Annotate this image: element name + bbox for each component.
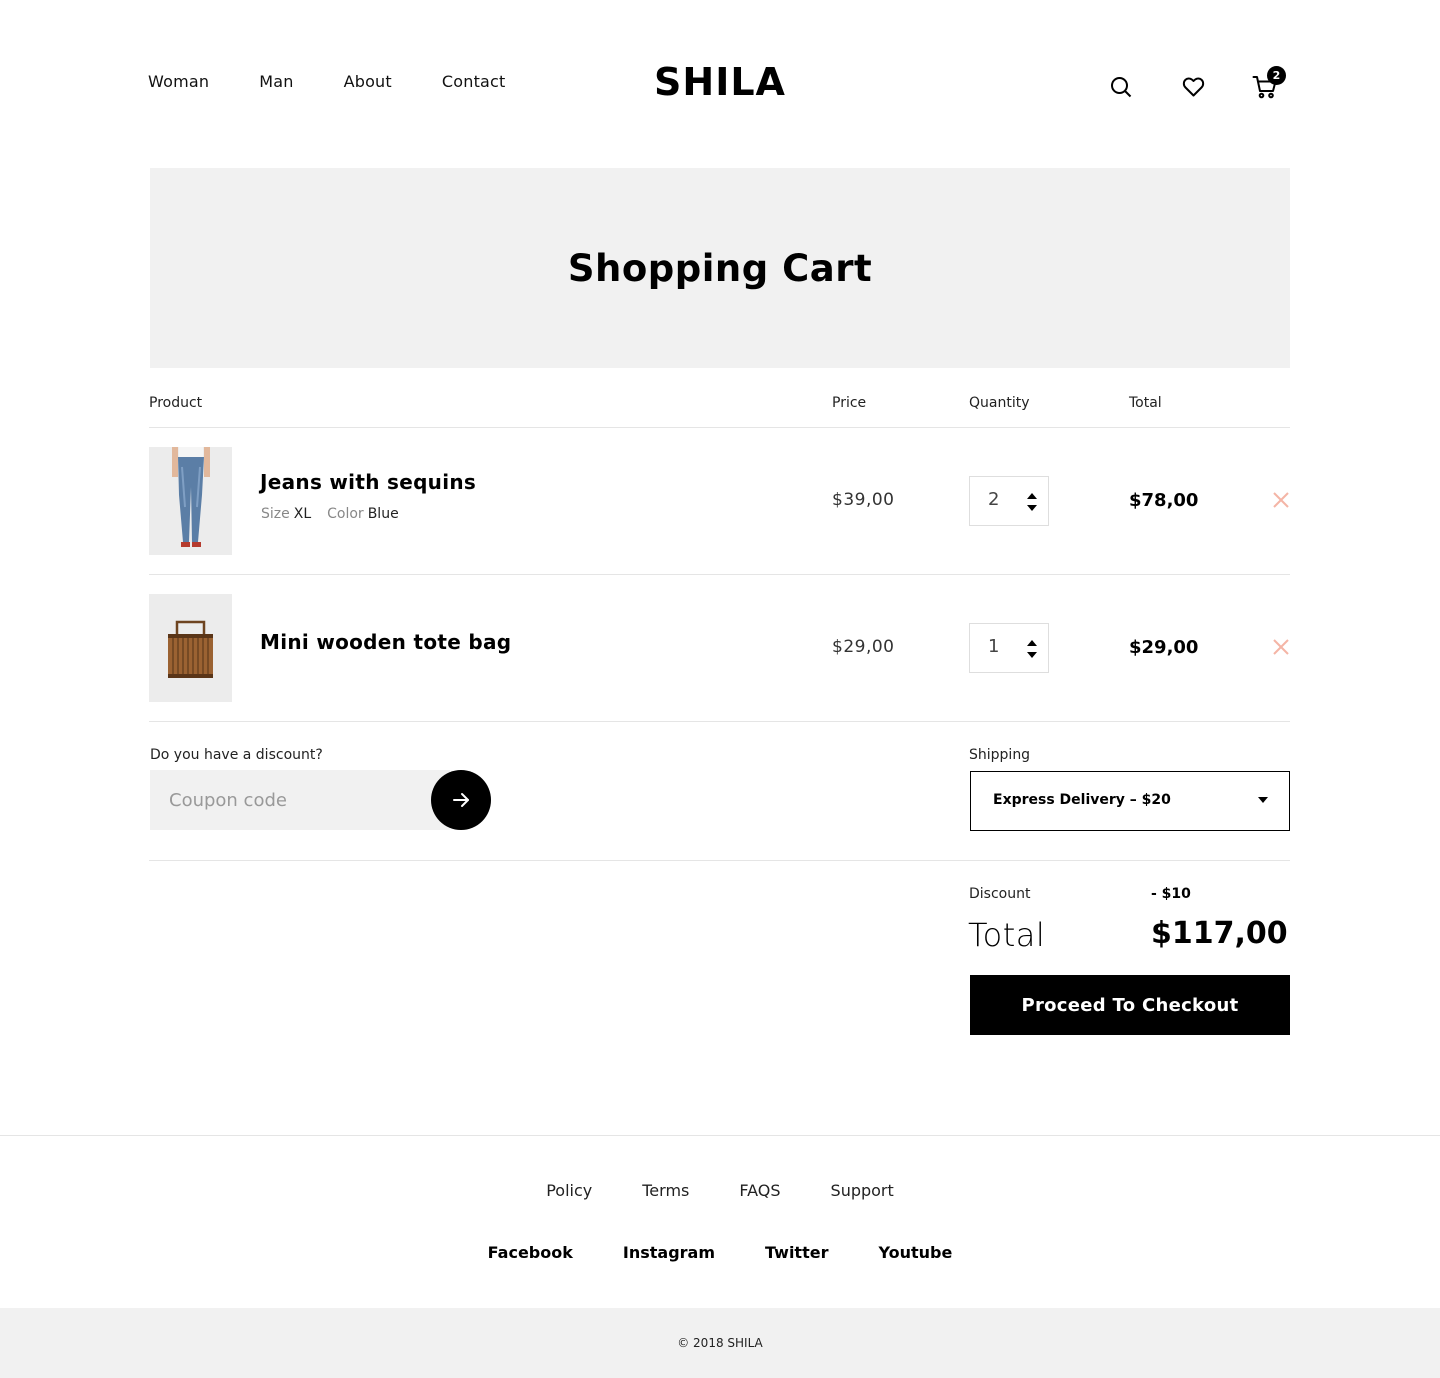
cart-row: Jeans with sequins Size XL Color Blue $39,0…	[149, 428, 1290, 575]
quantity-stepper[interactable]: 1	[969, 623, 1049, 673]
social-link-instagram[interactable]: Instagram	[623, 1243, 715, 1262]
quantity-value[interactable]: 2	[988, 489, 999, 510]
close-icon	[1273, 639, 1289, 655]
unit-price: $29,00	[832, 637, 895, 657]
total-amount: $117,00	[1151, 916, 1288, 951]
section-divider	[149, 860, 1290, 861]
unit-price: $39,00	[832, 490, 895, 510]
search-button[interactable]	[1104, 70, 1138, 104]
column-header-price: Price	[832, 395, 867, 411]
discount-section: Do you have a discount?	[150, 747, 491, 830]
product-image-tote-bag[interactable]	[149, 594, 232, 702]
tote-bag-image	[149, 594, 232, 702]
line-total: $78,00	[1129, 490, 1199, 511]
quantity-value[interactable]: 1	[988, 636, 999, 657]
color-label: Color	[327, 506, 364, 522]
coupon-code-input[interactable]	[150, 770, 450, 830]
jeans-image	[149, 447, 232, 555]
shipping-method-select[interactable]: Express Delivery – $20	[970, 771, 1290, 831]
site-header: Woman Man About Contact SHILA 2	[0, 0, 1440, 160]
proceed-to-checkout-button[interactable]: Proceed To Checkout	[970, 975, 1290, 1035]
cart-row: Mini wooden tote bag $29,00 1 $29,00	[149, 575, 1290, 722]
cart-count-badge: 2	[1267, 66, 1286, 85]
footer-link-support[interactable]: Support	[831, 1181, 894, 1200]
site-footer: Policy Terms FAQS Support Facebook Insta…	[0, 1135, 1440, 1309]
increment-arrow-icon[interactable]	[1027, 640, 1037, 646]
discount-prompt: Do you have a discount?	[150, 747, 323, 763]
social-links: Facebook Instagram Twitter Youtube	[0, 1243, 1440, 1262]
discount-label: Discount	[969, 886, 1031, 902]
wishlist-button[interactable]	[1176, 70, 1210, 104]
total-label: Total	[968, 916, 1046, 954]
social-link-facebook[interactable]: Facebook	[488, 1243, 573, 1262]
column-header-quantity: Quantity	[969, 395, 1030, 411]
remove-item-button[interactable]	[1271, 490, 1291, 510]
social-link-youtube[interactable]: Youtube	[878, 1243, 952, 1262]
coupon-form	[150, 770, 491, 830]
product-name[interactable]: Mini wooden tote bag	[260, 630, 511, 654]
footer-link-faqs[interactable]: FAQS	[739, 1181, 780, 1200]
size-value: XL	[293, 506, 312, 522]
arrow-right-icon	[453, 793, 469, 807]
close-icon	[1273, 492, 1289, 508]
copyright-text: © 2018 SHILA	[677, 1336, 763, 1350]
column-header-total: Total	[1129, 395, 1162, 411]
product-attributes: Size XL Color Blue	[261, 506, 399, 522]
size-label: Size	[261, 506, 290, 522]
footer-link-terms[interactable]: Terms	[642, 1181, 689, 1200]
product-name[interactable]: Jeans with sequins	[260, 470, 476, 494]
product-image-jeans[interactable]	[149, 447, 232, 555]
page-hero: Shopping Cart	[150, 168, 1290, 368]
color-value: Blue	[367, 506, 399, 522]
apply-coupon-button[interactable]	[431, 770, 491, 830]
shipping-label: Shipping	[969, 747, 1031, 763]
line-total: $29,00	[1129, 637, 1199, 658]
decrement-arrow-icon[interactable]	[1027, 652, 1037, 658]
page-title: Shopping Cart	[567, 246, 873, 290]
cart-table-header: Product Price Quantity Total	[149, 394, 1290, 428]
increment-arrow-icon[interactable]	[1027, 493, 1037, 499]
header-actions: 2	[1104, 66, 1286, 104]
heart-icon	[1182, 77, 1204, 97]
footer-links: Policy Terms FAQS Support	[0, 1181, 1440, 1200]
shipping-section: Shipping Express Delivery – $20	[969, 747, 1290, 831]
shipping-selected-value: Express Delivery – $20	[993, 792, 1171, 808]
discount-amount: - $10	[1151, 886, 1191, 902]
chevron-down-icon	[1258, 797, 1268, 803]
search-icon	[1111, 77, 1132, 98]
cart-button[interactable]: 2	[1248, 66, 1286, 104]
column-header-product: Product	[149, 395, 203, 411]
copyright-bar: © 2018 SHILA	[0, 1308, 1440, 1378]
decrement-arrow-icon[interactable]	[1027, 505, 1037, 511]
social-link-twitter[interactable]: Twitter	[765, 1243, 828, 1262]
footer-link-policy[interactable]: Policy	[546, 1181, 592, 1200]
remove-item-button[interactable]	[1271, 637, 1291, 657]
quantity-stepper[interactable]: 2	[969, 476, 1049, 526]
